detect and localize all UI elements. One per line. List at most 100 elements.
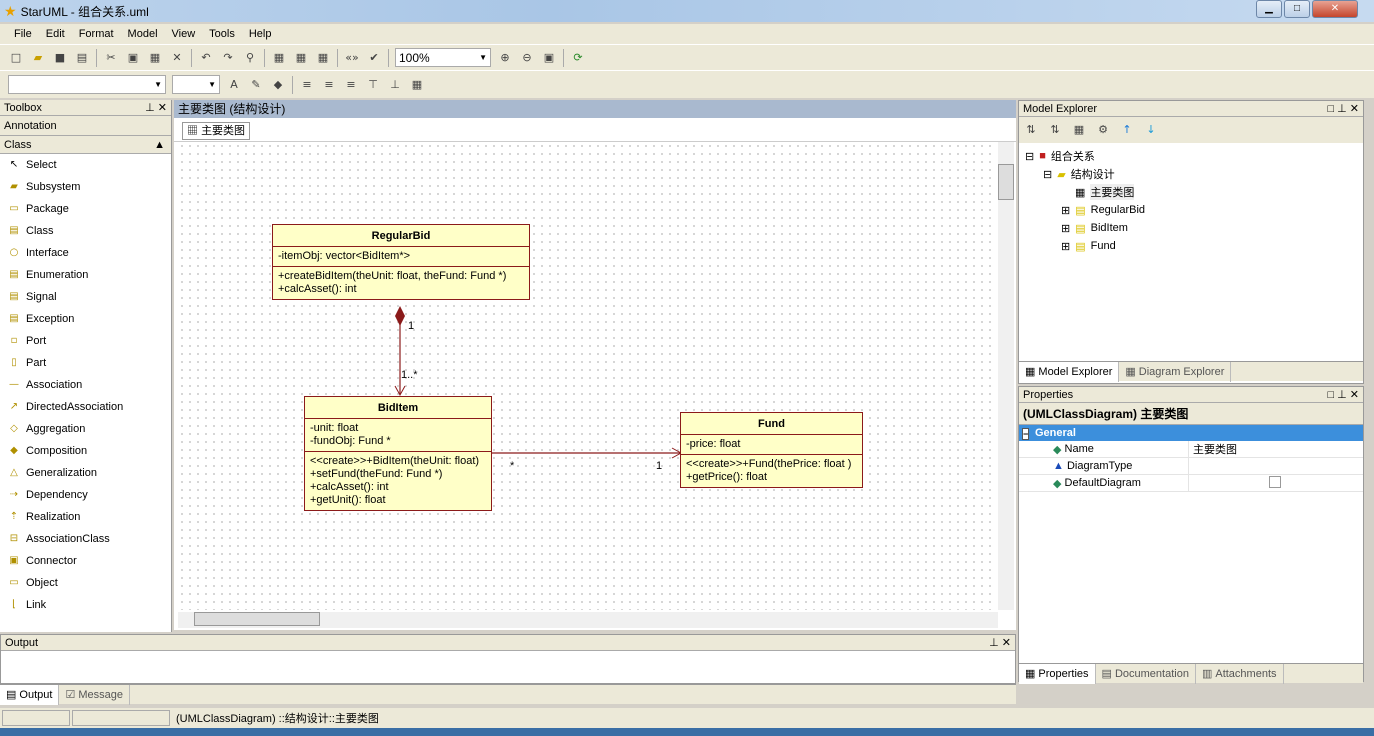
menu-format[interactable]: Format <box>79 28 114 40</box>
sort-desc-icon[interactable]: ⇅ <box>1047 122 1063 138</box>
tree-item-package[interactable]: ⊟ ▰ 结构设计 <box>1025 165 1357 183</box>
zoom-out-icon[interactable]: ⊖ <box>519 50 535 66</box>
panel-controls-icons[interactable]: □ ⊥ ✕ <box>1327 388 1359 401</box>
tab-main-diagram[interactable]: ▦ 主要类图 <box>182 122 251 140</box>
toolbox-item-association[interactable]: — Association <box>0 374 171 396</box>
verify-icon[interactable]: ✔ <box>366 50 382 66</box>
property-value[interactable]: 主要类图 <box>1189 441 1237 457</box>
tab-diagram-explorer[interactable]: ▦ Diagram Explorer <box>1119 361 1232 382</box>
tree-item-diagram[interactable]: ▦ 主要类图 <box>1025 183 1357 201</box>
toolbox-item-interface[interactable]: ○ Interface <box>0 242 171 264</box>
default-diagram-checkbox[interactable] <box>1269 475 1281 488</box>
toolbox-item-dependency[interactable]: ⇢ Dependency <box>0 484 171 506</box>
toolbox-item-class[interactable]: ▤ Class <box>0 220 171 242</box>
tab-message[interactable]: ☑ Message <box>59 684 130 705</box>
menu-file[interactable]: File <box>14 28 32 40</box>
toolbox-item-part[interactable]: ▯ Part <box>0 352 171 374</box>
toolbox-item-composition[interactable]: ◆ Composition <box>0 440 171 462</box>
menu-view[interactable]: View <box>172 28 196 40</box>
maximize-button[interactable]: □ <box>1284 0 1310 18</box>
paste-icon[interactable]: ▦ <box>147 50 163 66</box>
line-color-icon[interactable]: ✎ <box>248 77 264 93</box>
tree-item-regularbid[interactable]: ⊞ ▤ RegularBid <box>1025 201 1357 219</box>
toolbox-item-enumeration[interactable]: ▤ Enumeration <box>0 264 171 286</box>
tab-output[interactable]: ▤ Output <box>0 684 60 705</box>
output-text-area[interactable] <box>1 651 1015 681</box>
toolbox-item-realization[interactable]: ⇡ Realization <box>0 506 171 528</box>
pin-close-icons[interactable]: ⊥ ✕ <box>989 636 1011 649</box>
print-icon[interactable]: ▤ <box>74 50 90 66</box>
menu-model[interactable]: Model <box>128 28 158 40</box>
toolbox-item-port[interactable]: ▫ Port <box>0 330 171 352</box>
toolbox-item-package[interactable]: ▭ Package <box>0 198 171 220</box>
copy-icon[interactable]: ▣ <box>125 50 141 66</box>
class-fund[interactable]: Fund -price: float <<create>>+Fund(thePr… <box>680 412 863 488</box>
group-general[interactable]: − General <box>1019 425 1363 441</box>
fill-color-icon[interactable]: ◆ <box>270 77 286 93</box>
toolbox-item-generalization[interactable]: △ Generalization <box>0 462 171 484</box>
add-diagram-icon[interactable]: ▦ <box>271 50 287 66</box>
tree-item-biditem[interactable]: ⊞ ▤ BidItem <box>1025 219 1357 237</box>
horizontal-scrollbar[interactable] <box>178 612 998 628</box>
font-size-select[interactable]: ▼ <box>172 75 220 94</box>
tree-item-fund[interactable]: ⊞ ▤ Fund <box>1025 237 1357 255</box>
property-diagramtype[interactable]: ▲ DiagramType <box>1019 458 1363 475</box>
align-center-icon[interactable]: ≡ <box>321 77 337 93</box>
toolbox-class-group[interactable]: Class ▲ <box>0 136 171 154</box>
find-icon[interactable]: ⚲ <box>242 50 258 66</box>
refresh-icon[interactable]: ⟳ <box>570 50 586 66</box>
minimize-button[interactable]: ▁ <box>1256 0 1282 18</box>
font-icon[interactable]: A <box>226 77 242 93</box>
layout-icon[interactable]: ▦ <box>409 77 425 93</box>
panel-controls-icons[interactable]: □ ⊥ ✕ <box>1327 102 1359 115</box>
add-diagram2-icon[interactable]: ▦ <box>293 50 309 66</box>
delete-icon[interactable]: ✕ <box>169 50 185 66</box>
undo-icon[interactable]: ↶ <box>198 50 214 66</box>
class-regularbid[interactable]: RegularBid -itemObj: vector<BidItem*> +c… <box>272 224 530 300</box>
add-diagram3-icon[interactable]: ▦ <box>315 50 331 66</box>
stereotype-icon[interactable]: «» <box>344 50 360 66</box>
pin-close-icons[interactable]: ⊥ ✕ <box>145 101 167 114</box>
save-icon[interactable]: ■ <box>52 50 68 66</box>
zoom-select[interactable]: 100% ▼ <box>395 48 491 67</box>
diagram-canvas[interactable]: 1 1..* * 1 RegularBid -itemObj: vector<B… <box>178 142 996 610</box>
toolbox-item-signal[interactable]: ▤ Signal <box>0 286 171 308</box>
tab-attachments[interactable]: ▥ Attachments <box>1196 663 1284 684</box>
cut-icon[interactable]: ✂ <box>103 50 119 66</box>
class-biditem[interactable]: BidItem -unit: float -fundObj: Fund * <<c… <box>304 396 492 511</box>
toolbox-item-connector[interactable]: ▣ Connector <box>0 550 171 572</box>
close-button[interactable]: ✕ <box>1312 0 1358 18</box>
toolbox-item-exception[interactable]: ▤ Exception <box>0 308 171 330</box>
tree-item-project[interactable]: ⊟ ■ 组合关系 <box>1025 147 1357 165</box>
move-up-icon[interactable]: ↑ <box>1119 122 1135 138</box>
property-name[interactable]: ◆ Name 主要类图 <box>1019 441 1363 458</box>
tab-model-explorer[interactable]: ▦ Model Explorer <box>1019 361 1120 382</box>
add-element-icon[interactable]: ▦ <box>1071 122 1087 138</box>
tab-properties[interactable]: ▦ Properties <box>1019 663 1096 684</box>
menu-help[interactable]: Help <box>249 28 272 40</box>
toolbox-item-object[interactable]: ▭ Object <box>0 572 171 594</box>
menu-tools[interactable]: Tools <box>209 28 235 40</box>
vertical-scrollbar[interactable] <box>998 142 1014 610</box>
font-select[interactable]: ▼ <box>8 75 166 94</box>
toolbox-item-aggregation[interactable]: ◇ Aggregation <box>0 418 171 440</box>
fit-icon[interactable]: ▣ <box>541 50 557 66</box>
property-defaultdiagram[interactable]: ◆ DefaultDiagram <box>1019 475 1363 492</box>
align-left-icon[interactable]: ≡ <box>299 77 315 93</box>
new-icon[interactable]: □ <box>8 50 24 66</box>
sort-asc-icon[interactable]: ⇅ <box>1023 122 1039 138</box>
toolbox-annotation-group[interactable]: Annotation <box>0 116 171 136</box>
align-top-icon[interactable]: ⊤ <box>365 77 381 93</box>
open-icon[interactable]: ▰ <box>30 50 46 66</box>
zoom-in-icon[interactable]: ⊕ <box>497 50 513 66</box>
toolbox-item-associationclass[interactable]: ⊟ AssociationClass <box>0 528 171 550</box>
toolbox-item-directedassociation[interactable]: ↗ DirectedAssociation <box>0 396 171 418</box>
redo-icon[interactable]: ↷ <box>220 50 236 66</box>
move-down-icon[interactable]: ↓ <box>1143 122 1159 138</box>
filter-icon[interactable]: ⚙ <box>1095 122 1111 138</box>
tab-documentation[interactable]: ▤ Documentation <box>1096 663 1196 684</box>
toolbox-item-select[interactable]: ↖ Select <box>0 154 171 176</box>
menu-edit[interactable]: Edit <box>46 28 65 40</box>
toolbox-item-subsystem[interactable]: ▰ Subsystem <box>0 176 171 198</box>
toolbox-item-link[interactable]: ⌊ Link <box>0 594 171 616</box>
